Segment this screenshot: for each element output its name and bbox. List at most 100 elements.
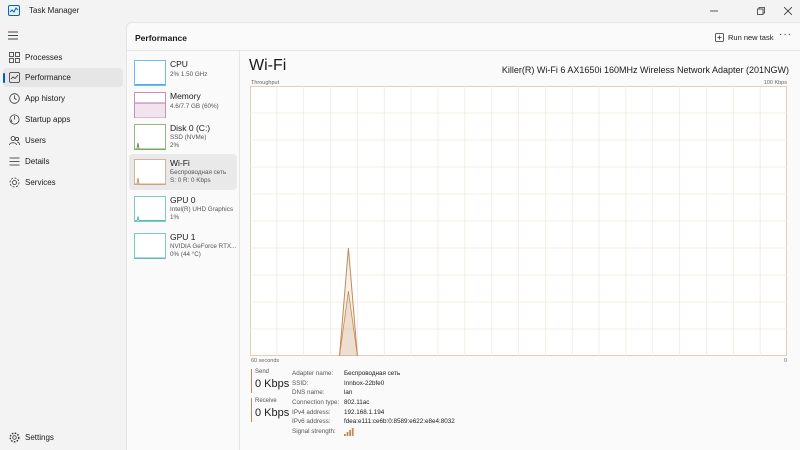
- device-detail: 4.6/7.7 GB (60%): [170, 103, 219, 110]
- sidebar-item-label: Processes: [25, 53, 63, 62]
- more-options-button[interactable]: ···: [779, 29, 792, 40]
- gpu1-thumbnail: [134, 233, 166, 259]
- memory-thumbnail: [134, 92, 166, 118]
- property-value: 192.168.1.194: [344, 408, 385, 416]
- device-wifi[interactable]: Wi-Fi Беспроводная сеть S: 0 R: 0 Kbps: [129, 154, 237, 190]
- sidebar-item-label: Users: [25, 136, 46, 145]
- property-key: Connection type:: [292, 399, 340, 407]
- device-name: Disk 0 (C:): [170, 123, 211, 133]
- performance-icon: [9, 72, 20, 83]
- device-detail: 2%: [170, 142, 180, 149]
- graph-time-start: 60 seconds: [251, 358, 280, 364]
- property-value: Беспроводная сеть: [344, 370, 401, 377]
- sidebar-item-services[interactable]: Services: [3, 173, 123, 192]
- send-label: Send: [255, 369, 270, 375]
- signal-strength-icon: [344, 428, 354, 437]
- sidebar-item-label: Performance: [25, 73, 71, 82]
- sidebar-item-settings[interactable]: Settings: [3, 428, 123, 447]
- property-key: IPv4 address:: [292, 408, 331, 416]
- graph-time-end: 0: [783, 358, 787, 364]
- device-list: CPU 2% 1.50 GHz Memory 4.6/7.7 GB (60%) …: [127, 51, 240, 450]
- sidebar-item-performance[interactable]: Performance: [3, 68, 123, 87]
- sidebar-item-users[interactable]: Users: [3, 131, 123, 150]
- device-name: CPU: [170, 59, 188, 69]
- send-value: 0 Kbps: [255, 378, 290, 390]
- run-new-task-button[interactable]: Run new task: [715, 30, 773, 44]
- device-detail: 1%: [170, 214, 180, 221]
- cpu-thumbnail: [134, 60, 166, 86]
- sidebar-item-details[interactable]: Details: [3, 152, 123, 171]
- property-row: DNS name: lan: [292, 388, 455, 398]
- hamburger-menu-icon[interactable]: [8, 31, 18, 40]
- receive-label: Receive: [255, 398, 277, 404]
- property-row: Connection type: 802.11ac: [292, 398, 455, 408]
- device-cpu[interactable]: CPU 2% 1.50 GHz: [129, 55, 237, 91]
- sidebar-item-app-history[interactable]: App history: [3, 89, 123, 108]
- property-key: IPv6 address:: [292, 418, 331, 426]
- sidebar: Processes Performance App history Startu…: [0, 22, 126, 450]
- adapter-properties: Adapter name: Беспроводная сеть SSID: Innb…: [292, 369, 455, 437]
- sidebar-item-startup-apps[interactable]: Startup apps: [3, 110, 123, 129]
- run-new-task-label: Run new task: [728, 32, 774, 42]
- property-key: SSID:: [292, 379, 309, 387]
- close-icon: [784, 7, 792, 15]
- task-manager-app-icon: [8, 5, 20, 16]
- close-button[interactable]: [771, 0, 800, 22]
- sidebar-item-label: Details: [25, 157, 50, 166]
- title-bar: Task Manager: [0, 0, 800, 22]
- receive-value: 0 Kbps: [255, 407, 290, 419]
- property-value: Innbox-22bfe0: [344, 379, 385, 387]
- page-title: Performance: [135, 33, 187, 43]
- property-row: Adapter name: Беспроводная сеть: [292, 369, 455, 379]
- sidebar-item-processes[interactable]: Processes: [3, 48, 123, 67]
- device-detail: Беспроводная сеть: [170, 169, 227, 176]
- device-detail: S: 0 R: 0 Kbps: [170, 177, 211, 184]
- minimize-button[interactable]: [697, 0, 731, 22]
- active-indicator: [3, 73, 5, 83]
- property-key: Adapter name:: [292, 370, 334, 377]
- property-key: Signal strength:: [292, 428, 336, 436]
- property-row: SSID: Innbox-22bfe0: [292, 379, 455, 389]
- startup-icon: [9, 114, 20, 125]
- adapter-name: Killer(R) Wi-Fi 6 AX1650i 160MHz Wireles…: [501, 65, 789, 75]
- gear-icon: [9, 432, 20, 443]
- device-name: GPU 1: [170, 232, 196, 242]
- device-gpu-0[interactable]: GPU 0 Intel(R) UHD Graphics 1%: [129, 191, 237, 227]
- device-detail: 0% (44 °C): [170, 251, 201, 258]
- users-icon: [9, 136, 20, 146]
- property-value: lan: [344, 389, 353, 397]
- sidebar-item-label: Services: [25, 178, 56, 187]
- services-icon: [9, 177, 20, 188]
- device-name: Memory: [170, 91, 201, 101]
- send-indicator: [251, 369, 252, 393]
- disk-thumbnail: [134, 124, 166, 150]
- device-name: Wi-Fi: [170, 158, 190, 168]
- details-icon: [9, 157, 20, 166]
- window-title: Task Manager: [29, 6, 80, 15]
- device-detail: Intel(R) UHD Graphics: [170, 206, 233, 213]
- property-key: DNS name:: [292, 389, 325, 397]
- device-memory[interactable]: Memory 4.6/7.7 GB (60%): [129, 87, 237, 123]
- device-detail: 2% 1.50 GHz: [170, 71, 208, 78]
- performance-page: Performance Run new task ··· CPU 2% 1.50…: [126, 22, 800, 450]
- processes-icon: [9, 52, 20, 63]
- throughput-graph: [250, 86, 787, 356]
- device-detail: NVIDIA GeForce RTX...: [170, 243, 237, 250]
- property-value: fdea:e111:ce6b:0:8589:e622:e8e4:8032: [344, 418, 455, 426]
- property-row: IPv4 address: 192.168.1.194: [292, 408, 455, 418]
- run-task-icon: [715, 32, 724, 42]
- device-gpu-1[interactable]: GPU 1 NVIDIA GeForce RTX... 0% (44 °C): [129, 228, 237, 264]
- property-row: IPv6 address: fdea:e111:ce6b:0:8589:e622:…: [292, 417, 455, 427]
- device-disk-0[interactable]: Disk 0 (C:) SSD (NVMe) 2%: [129, 119, 237, 155]
- gpu0-thumbnail: [134, 196, 166, 222]
- device-name: GPU 0: [170, 195, 196, 205]
- receive-indicator: [251, 398, 252, 422]
- restore-icon: [757, 7, 765, 15]
- device-detail: SSD (NVMe): [170, 134, 207, 141]
- sidebar-item-label: Settings: [25, 433, 54, 442]
- sidebar-item-label: Startup apps: [25, 115, 71, 124]
- wifi-thumbnail: [134, 159, 166, 185]
- property-value: 802.11ac: [344, 399, 370, 407]
- minimize-icon: [710, 10, 718, 12]
- device-title: Wi-Fi: [249, 57, 287, 74]
